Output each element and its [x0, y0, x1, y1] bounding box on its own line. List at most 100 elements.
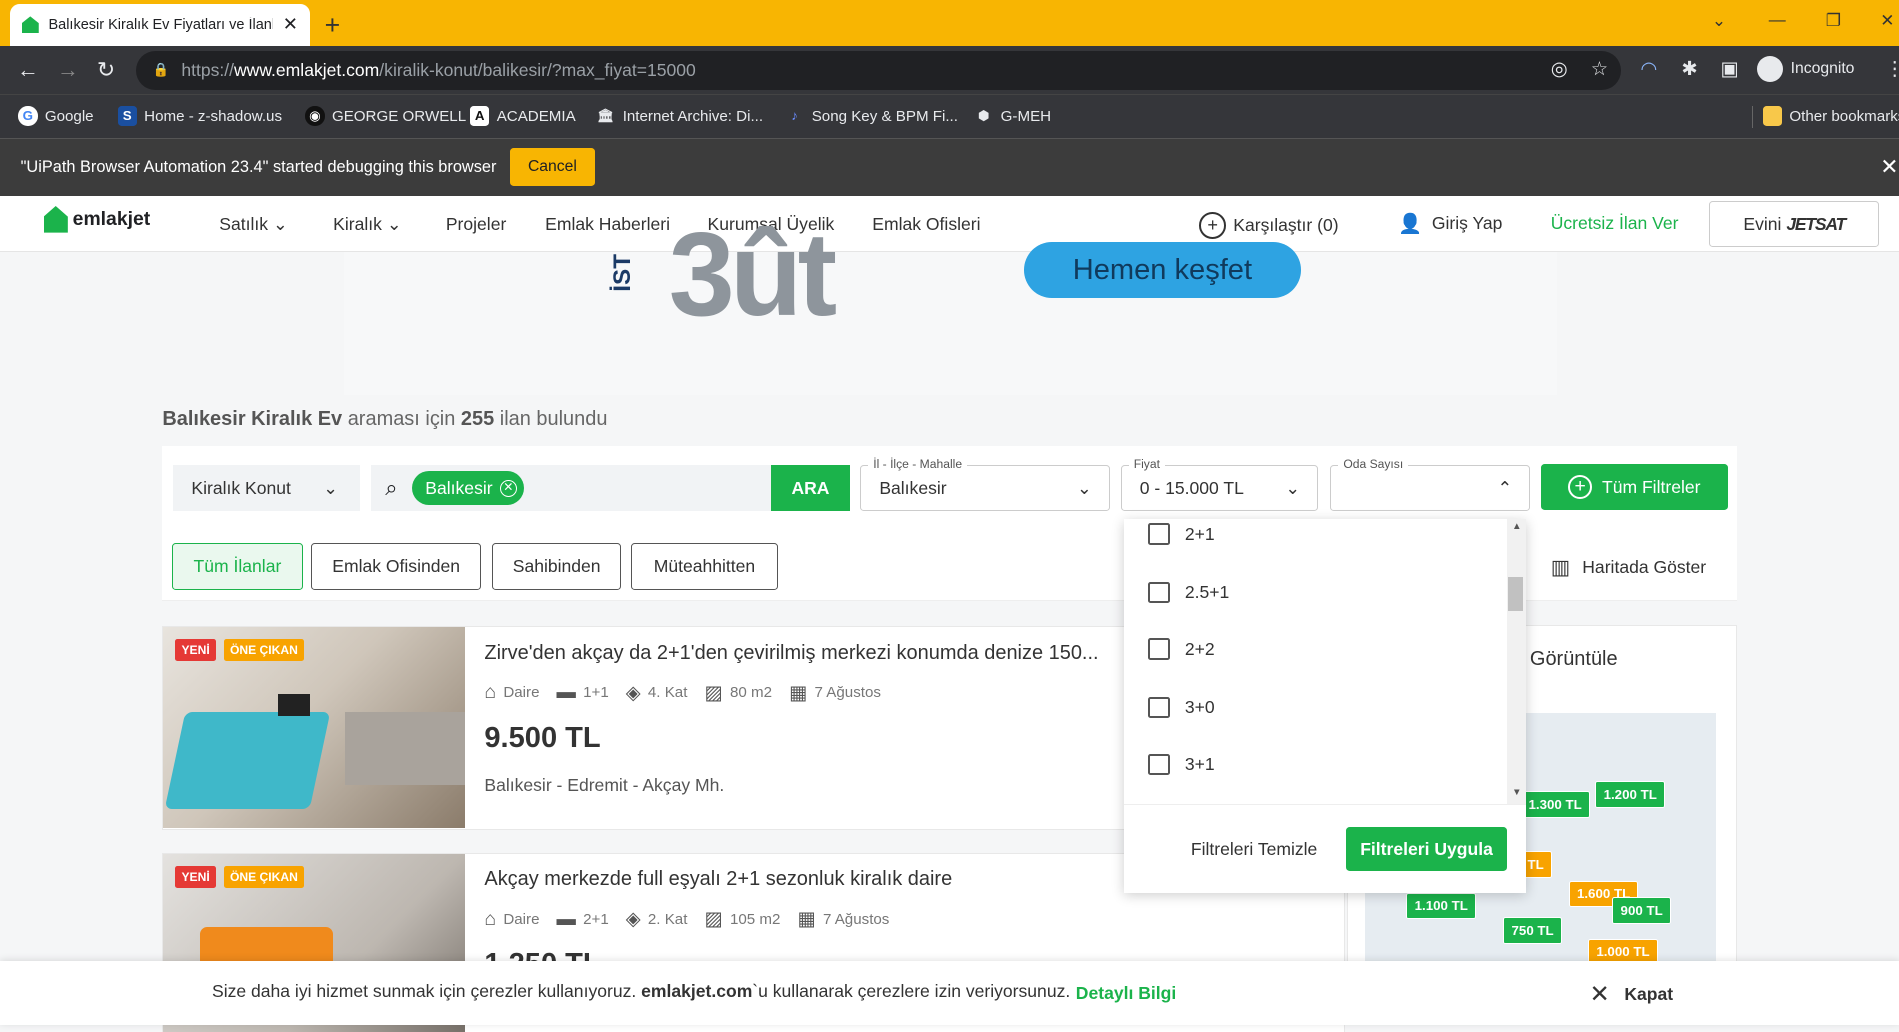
location-chip[interactable]: Balıkesir ✕ — [411, 471, 525, 506]
free-ad-link[interactable]: Ücretsiz İlan Ver — [1551, 213, 1679, 234]
new-tab-button[interactable]: + — [325, 10, 341, 41]
search-input[interactable]: ⌕ Balıkesir ✕ — [370, 465, 772, 512]
bookmark-orwell[interactable]: ◉ GEORGE ORWELL — [305, 106, 466, 126]
listing-meta: ⌂ Daire ▬ 2+1 ◈ 2. Kat ▨ 105 m2 ▦ 7 Ağustos — [484, 907, 890, 931]
checkbox[interactable] — [1148, 753, 1171, 776]
tab-search-icon[interactable]: ⌄ — [1712, 10, 1726, 31]
browser-menu-icon[interactable]: ⋮ — [1885, 57, 1899, 81]
bookmark-zshadow[interactable]: S Home - z-shadow.us — [117, 106, 282, 126]
cookie-message: Size daha iyi hizmet sunmak için çerezle… — [212, 981, 1071, 1002]
ad-banner[interactable] — [344, 251, 1557, 395]
chevron-down-icon: ⌄ — [1077, 477, 1092, 498]
extensions-puzzle-icon[interactable]: ✱ — [1682, 57, 1698, 81]
close-tab-icon[interactable]: ✕ — [283, 14, 298, 35]
bookmark-gmeh[interactable]: ⬢ G-MEH — [974, 106, 1051, 125]
room-option[interactable]: 2.5+1 — [1148, 581, 1229, 604]
browser-tab-strip: Balıkesir Kiralık Ev Fiyatları ve İlanla… — [0, 0, 1899, 47]
price-select[interactable]: Fiyat 0 - 15.000 TL ⌄ — [1120, 456, 1319, 512]
home-icon: ⌂ — [484, 681, 497, 704]
close-icon: ✕ — [1589, 981, 1610, 1009]
tab-from-contractor[interactable]: Müteahhitten — [631, 542, 778, 590]
scroll-down-icon[interactable]: ▼ — [1512, 787, 1522, 798]
cookie-close-button[interactable]: ✕ Kapat — [1589, 980, 1673, 1009]
bookmark-songkey[interactable]: ♪ Song Key & BPM Fi... — [785, 106, 958, 125]
compare-link[interactable]: + Karşılaştır (0) — [1199, 211, 1339, 239]
incognito-indicator[interactable]: Incognito — [1756, 55, 1854, 83]
restore-icon[interactable]: ❐ — [1826, 10, 1841, 31]
forward-icon[interactable]: → — [57, 57, 79, 83]
checkbox[interactable] — [1148, 523, 1171, 546]
emlakjet-logo[interactable]: emlakjet — [43, 205, 150, 233]
menu-kiralik[interactable]: Kiralık ⌄ — [333, 214, 401, 235]
close-window-icon[interactable]: ✕ — [1880, 10, 1894, 31]
search-button[interactable]: ARA — [770, 465, 851, 512]
cookie-details-link[interactable]: Detaylı Bilgi — [1076, 983, 1176, 1004]
listing-title[interactable]: Zirve'den akçay da 2+1'den çevirilmiş me… — [484, 642, 1098, 665]
room-count-select[interactable]: Oda Sayısı ⌃ — [1330, 456, 1531, 512]
sofa-icon: ▬ — [556, 907, 576, 930]
tab-all-listings[interactable]: Tüm İlanlar — [172, 542, 303, 590]
map-view-title: Görüntüle — [1529, 647, 1618, 670]
bookmark-google[interactable]: G Google — [18, 106, 94, 126]
layers-icon: ◈ — [625, 681, 641, 704]
room-option[interactable]: 2+1 — [1148, 523, 1215, 546]
checkbox[interactable] — [1148, 581, 1171, 604]
checkbox[interactable] — [1148, 696, 1171, 719]
cancel-debug-button[interactable]: Cancel — [510, 147, 595, 187]
bookmark-academia[interactable]: A ACADEMIA — [470, 106, 576, 126]
user-icon: 👤 — [1398, 212, 1423, 235]
all-filters-button[interactable]: + Tüm Filtreler — [1541, 464, 1728, 511]
checkbox[interactable] — [1148, 638, 1171, 661]
address-bar[interactable]: 🔒 https://www.emlakjet.com/kiralik-konut… — [135, 50, 1621, 90]
bookmark-archive[interactable]: 🏛 Internet Archive: Di... — [596, 106, 763, 125]
url-scheme: https:// — [181, 59, 234, 80]
chevron-down-icon: ⌄ — [386, 214, 402, 235]
bookmark-separator — [1751, 106, 1754, 129]
remove-chip-icon[interactable]: ✕ — [499, 479, 517, 497]
room-option[interactable]: 3+0 — [1148, 696, 1215, 719]
scrollbar-thumb[interactable] — [1508, 576, 1523, 611]
url-path: /kiralik-konut/balikesir/?max_fiyat=1500… — [379, 59, 696, 80]
map-price-pin[interactable]: 1.100 TL — [1406, 892, 1477, 920]
banner-cta-button[interactable]: Hemen keşfet — [1023, 242, 1302, 299]
back-icon[interactable]: ← — [17, 57, 39, 83]
minimize-icon[interactable]: — — [1769, 10, 1786, 30]
other-bookmarks[interactable]: Other bookmarks — [1762, 106, 1899, 126]
map-price-pin[interactable]: 1.300 TL — [1520, 790, 1591, 818]
close-infobar-icon[interactable]: ✕ — [1880, 154, 1898, 180]
map-price-pin[interactable]: 1.200 TL — [1595, 781, 1666, 808]
house-logo-icon — [43, 205, 68, 233]
layers-icon: ◈ — [625, 908, 641, 931]
room-count-dropdown: 2+1 2.5+1 2+2 3+0 3+1 ▲ ▼ Filtreleri Tem… — [1124, 518, 1527, 893]
tab-from-owner[interactable]: Sahibinden — [491, 542, 622, 590]
extension-arc-icon[interactable]: ◠ — [1640, 57, 1657, 81]
dropdown-scrollbar[interactable]: ▲ ▼ — [1507, 518, 1527, 805]
reload-icon[interactable]: ↻ — [97, 57, 115, 83]
show-on-map-link[interactable]: ▥ Haritada Göster — [1551, 555, 1706, 580]
banner-big-text: 3ût — [668, 208, 837, 341]
scroll-up-icon[interactable]: ▲ — [1512, 521, 1522, 532]
site-header: emlakjet Satılık ⌄ Kiralık ⌄ Projeler Em… — [0, 196, 1899, 252]
jetsat-button[interactable]: Evini JETSAT — [1709, 201, 1880, 248]
eye-slash-icon[interactable]: ◎ — [1551, 57, 1568, 81]
menu-emlak-haberleri[interactable]: Emlak Haberleri — [545, 214, 670, 235]
listing-title[interactable]: Akçay merkezde full eşyalı 2+1 sezonluk … — [484, 868, 952, 891]
apply-filters-button[interactable]: Filtreleri Uygula — [1345, 827, 1508, 871]
menu-emlak-ofisleri[interactable]: Emlak Ofisleri — [872, 214, 980, 235]
room-option[interactable]: 2+2 — [1148, 638, 1215, 661]
room-option[interactable]: 3+1 — [1148, 753, 1215, 776]
calendar-icon: ▦ — [788, 681, 808, 704]
login-link[interactable]: 👤 Giriş Yap — [1398, 212, 1502, 236]
property-type-select[interactable]: Kiralık Konut ⌄ — [173, 465, 360, 512]
google-icon: G — [18, 106, 38, 126]
side-panel-icon[interactable]: ▣ — [1720, 57, 1738, 81]
location-select[interactable]: İl - İlçe - Mahalle Balıkesir ⌄ — [860, 456, 1110, 512]
menu-projeler[interactable]: Projeler — [446, 214, 506, 235]
bookmark-star-icon[interactable]: ☆ — [1591, 57, 1608, 81]
tab-from-office[interactable]: Emlak Ofisinden — [311, 542, 481, 590]
map-price-pin[interactable]: 900 TL — [1612, 897, 1671, 925]
menu-satilik[interactable]: Satılık ⌄ — [219, 214, 287, 235]
browser-tab[interactable]: Balıkesir Kiralık Ev Fiyatları ve İlanla… — [9, 3, 311, 47]
map-price-pin[interactable]: 750 TL — [1503, 916, 1562, 944]
clear-filters-button[interactable]: Filtreleri Temizle — [1191, 839, 1317, 860]
